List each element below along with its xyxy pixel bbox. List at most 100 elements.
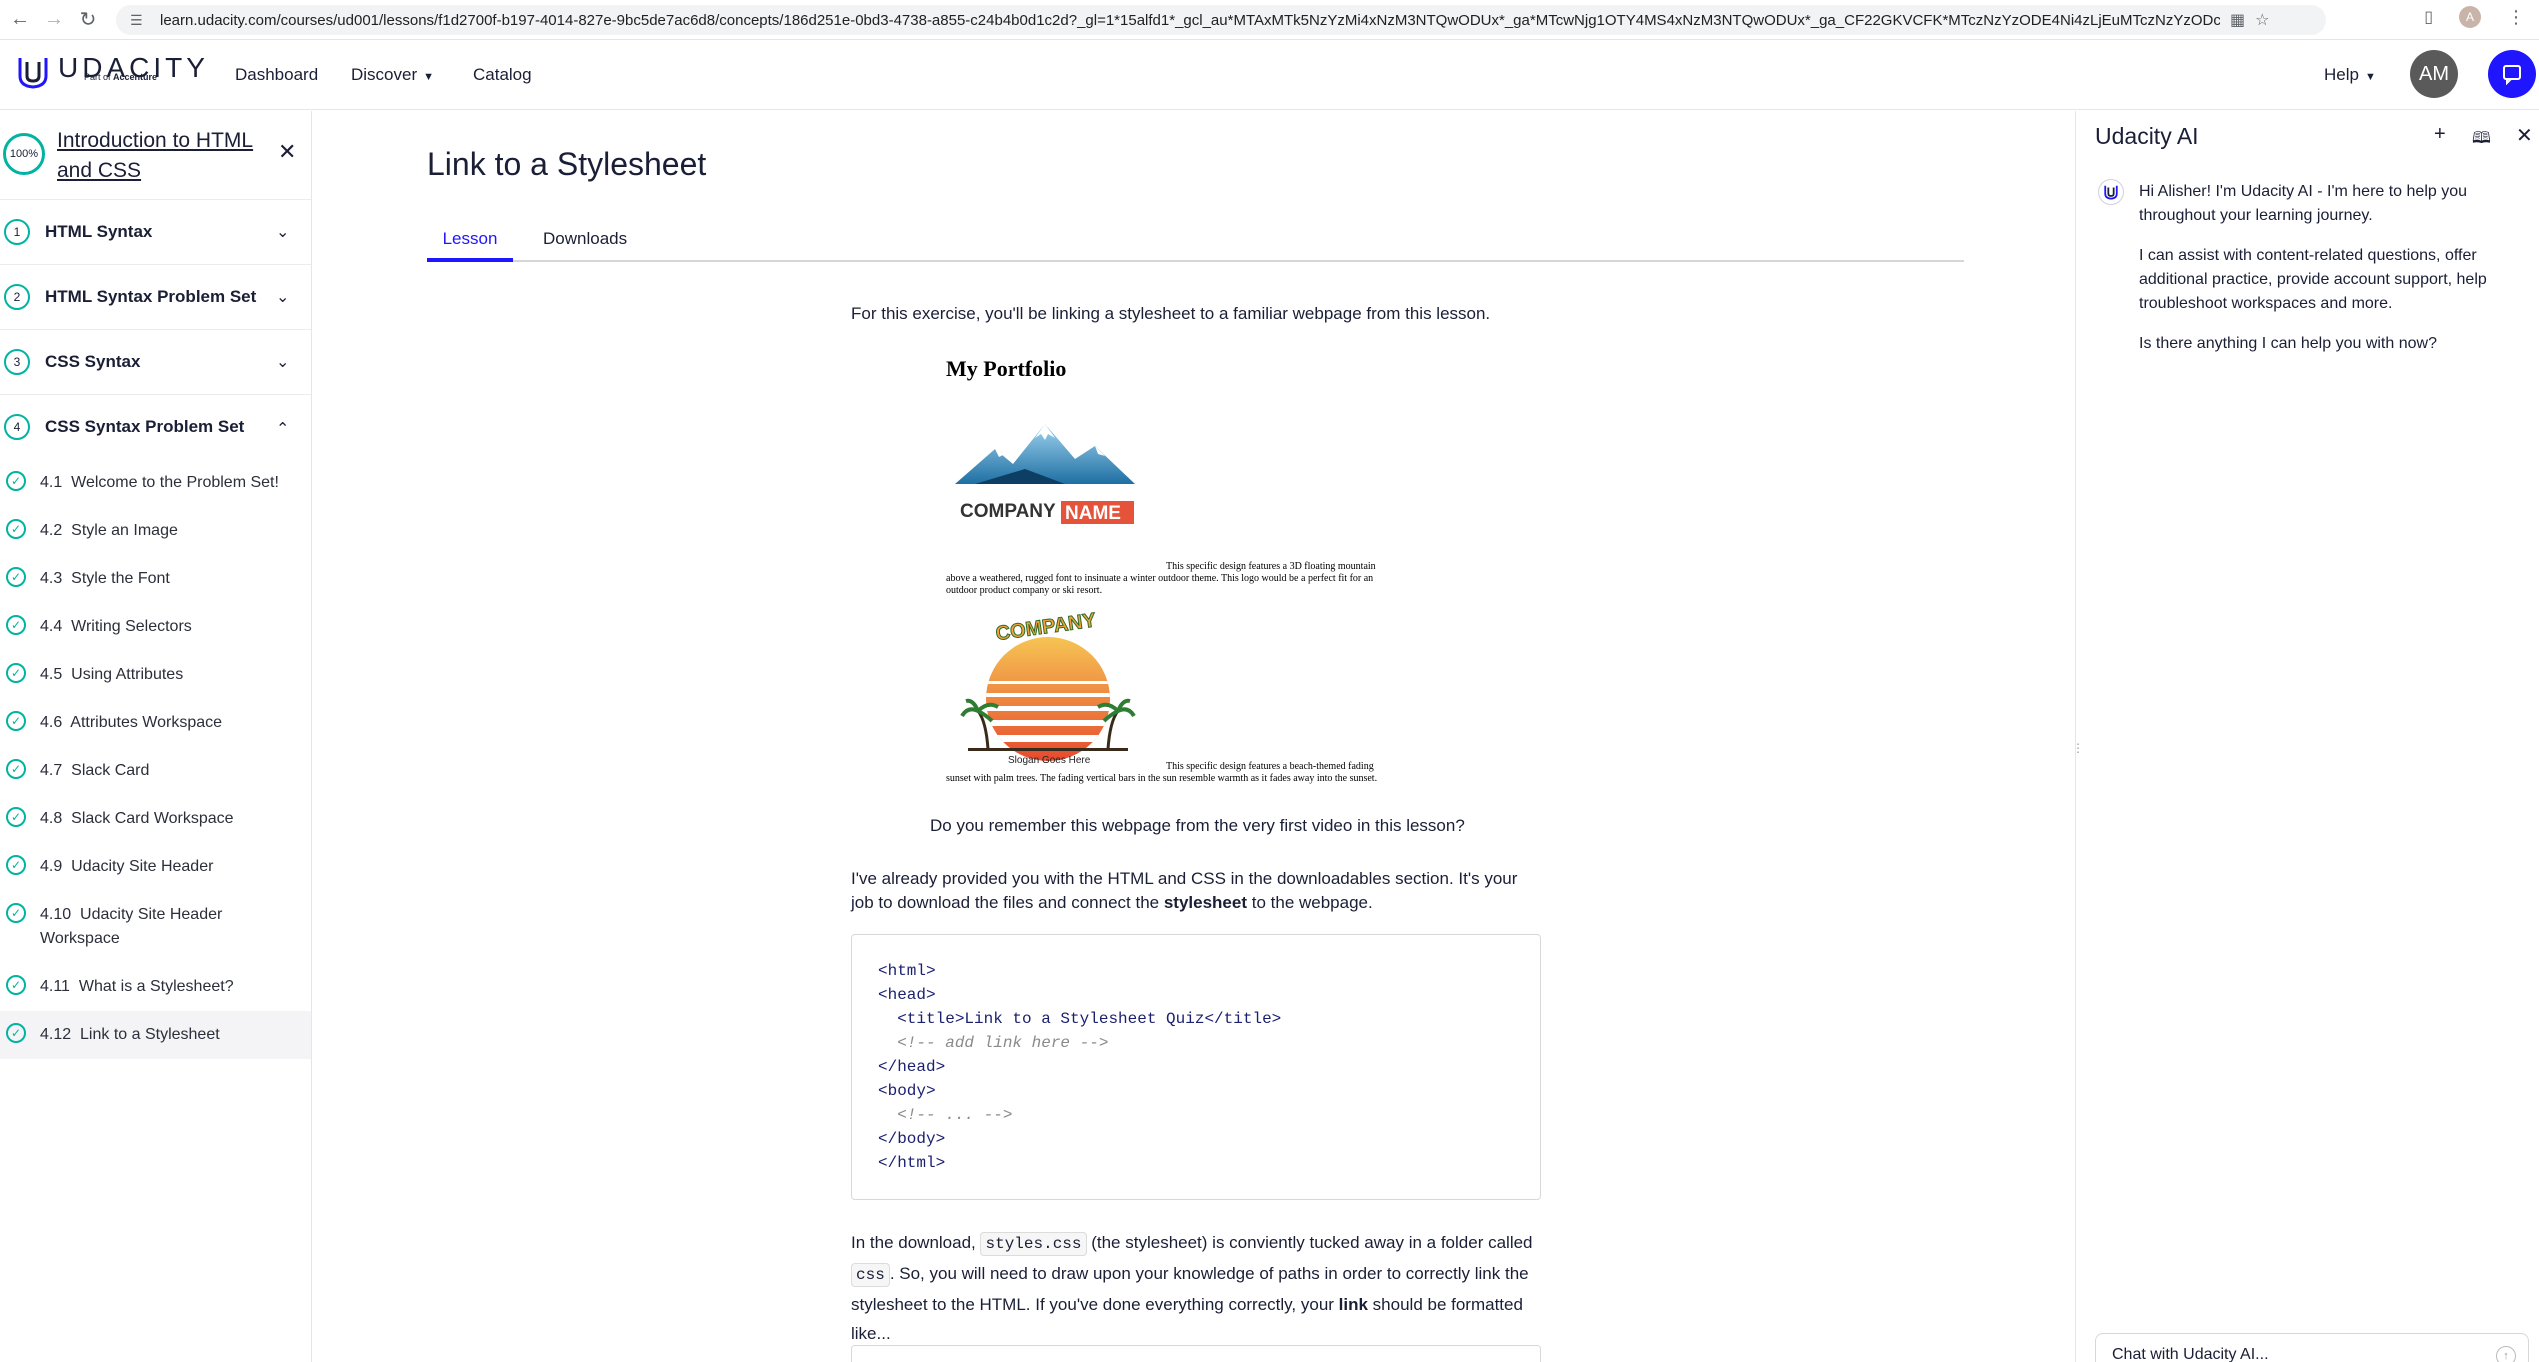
course-header: 100% Introduction to HTML and CSS ✕ bbox=[0, 111, 311, 199]
instructions-bold: stylesheet bbox=[1163, 893, 1248, 912]
portfolio-description-2: This specific design features a beach-th… bbox=[946, 761, 1378, 784]
udacity-logo-mark-small bbox=[2104, 185, 2118, 200]
lesson-item-html-syntax-problem-set[interactable]: 2 HTML Syntax Problem Set ⌄ bbox=[0, 264, 311, 329]
translate-icon[interactable]: ▦ bbox=[2230, 10, 2245, 30]
check-circle-icon: ✓ bbox=[6, 711, 26, 731]
bookmark-star-icon[interactable]: ☆ bbox=[2255, 10, 2269, 30]
concept-item[interactable]: ✓ 4.10 Udacity Site Header Workspace bbox=[0, 891, 311, 963]
site-header: UDACITY Part of Accenture Dashboard Disc… bbox=[0, 40, 2539, 110]
book-icon[interactable]: 🕮 bbox=[2472, 127, 2491, 154]
concept-title: Style the Font bbox=[71, 570, 170, 587]
instructions-paragraph: I've already provided you with the HTML … bbox=[851, 867, 1541, 915]
progress-ring: 100% bbox=[3, 133, 45, 175]
code-line: </head> bbox=[878, 1058, 946, 1076]
chat-toggle-button[interactable] bbox=[2488, 50, 2536, 98]
concept-label: 4.12 Link to a Stylesheet bbox=[40, 1023, 280, 1047]
logo1-word1: COMPANY bbox=[960, 501, 1056, 522]
code-block[interactable]: <html> <head> <title>Link to a Styleshee… bbox=[851, 934, 1541, 1200]
url-text[interactable]: learn.udacity.com/courses/ud001/lessons/… bbox=[160, 12, 2220, 29]
lesson-number: 2 bbox=[4, 284, 30, 310]
concept-label: 4.9 Udacity Site Header bbox=[40, 855, 280, 879]
mountain-logo-image: COMPANY NAME bbox=[955, 424, 1135, 524]
udacity-ai-panel: ⋮ Udacity AI + 🕮 ✕ Hi Alisher! I'm Udaci… bbox=[2072, 111, 2539, 1362]
concept-number: 4.11 bbox=[40, 978, 70, 995]
nav-catalog[interactable]: Catalog bbox=[473, 65, 532, 85]
lesson-label: HTML Syntax bbox=[45, 222, 153, 241]
user-avatar[interactable]: AM bbox=[2410, 50, 2458, 98]
lesson-number: 3 bbox=[4, 349, 30, 375]
code-line: </body> bbox=[878, 1130, 946, 1148]
site-settings-icon[interactable]: ☰ bbox=[130, 12, 150, 29]
ai-message-question: Is there anything I can help you with no… bbox=[2139, 335, 2437, 352]
ai-chat-placeholder: Chat with Udacity AI... bbox=[2112, 1346, 2269, 1362]
back-icon[interactable]: ← bbox=[6, 6, 34, 34]
nav-dashboard[interactable]: Dashboard bbox=[235, 65, 318, 85]
code-block-2[interactable] bbox=[851, 1345, 1541, 1362]
concept-item[interactable]: ✓ 4.1 Welcome to the Problem Set! bbox=[0, 459, 311, 507]
tab-lesson[interactable]: Lesson bbox=[427, 229, 513, 262]
code-line: <body> bbox=[878, 1082, 936, 1100]
inline-code-css: css bbox=[851, 1263, 890, 1287]
concept-item[interactable]: ✓ 4.6 Attributes Workspace bbox=[0, 699, 311, 747]
send-icon[interactable]: ↑ bbox=[2496, 1346, 2516, 1362]
lesson-number: 1 bbox=[4, 219, 30, 245]
address-bar[interactable]: ☰ learn.udacity.com/courses/ud001/lesson… bbox=[116, 5, 2326, 35]
profile-avatar[interactable]: A bbox=[2459, 6, 2481, 28]
code-comment-line: <!-- ... --> bbox=[878, 1106, 1013, 1124]
check-circle-icon: ✓ bbox=[6, 567, 26, 587]
concept-item-active[interactable]: ✓ 4.12 Link to a Stylesheet bbox=[0, 1011, 311, 1059]
portfolio-title: My Portfolio bbox=[946, 356, 1067, 381]
extensions-icon[interactable]: ▯ bbox=[2424, 7, 2433, 27]
concept-title: Welcome to the Problem Set! bbox=[71, 474, 279, 491]
concept-title: Attributes Workspace bbox=[70, 714, 223, 731]
nav-discover[interactable]: Discover ▼ bbox=[351, 65, 434, 85]
reload-icon[interactable]: ↻ bbox=[74, 6, 102, 34]
caret-down-icon: ▼ bbox=[423, 71, 435, 83]
lesson-item-css-syntax[interactable]: 3 CSS Syntax ⌄ bbox=[0, 329, 311, 394]
lesson-item-html-syntax[interactable]: 1 HTML Syntax ⌄ bbox=[0, 199, 311, 264]
concept-item[interactable]: ✓ 4.7 Slack Card bbox=[0, 747, 311, 795]
forward-icon[interactable]: → bbox=[40, 6, 68, 34]
caret-down-icon: ▼ bbox=[2364, 71, 2376, 83]
close-icon[interactable]: ✕ bbox=[278, 139, 296, 165]
concept-label: 4.7 Slack Card bbox=[40, 759, 280, 783]
code-line: <head> bbox=[878, 986, 936, 1004]
concept-number: 4.6 bbox=[40, 714, 63, 731]
resize-handle[interactable]: ⋮ bbox=[2072, 741, 2084, 755]
main-content: Link to a Stylesheet Lesson Downloads Fo… bbox=[313, 111, 2073, 1362]
nav-help[interactable]: Help ▼ bbox=[2324, 65, 2376, 85]
more-menu-icon[interactable]: ⋮ bbox=[2507, 7, 2525, 28]
concept-item[interactable]: ✓ 4.4 Writing Selectors bbox=[0, 603, 311, 651]
tab-downloads[interactable]: Downloads bbox=[543, 229, 627, 262]
concept-title: Slack Card bbox=[71, 762, 150, 779]
ai-panel-title: Udacity AI bbox=[2095, 123, 2199, 149]
course-title-link[interactable]: Introduction to HTML and CSS bbox=[57, 126, 277, 186]
concept-title: Style an Image bbox=[71, 522, 178, 539]
concept-number: 4.8 bbox=[40, 810, 63, 827]
check-circle-icon: ✓ bbox=[6, 471, 26, 491]
concept-item[interactable]: ✓ 4.9 Udacity Site Header bbox=[0, 843, 311, 891]
close-icon[interactable]: ✕ bbox=[2516, 123, 2533, 148]
concept-label: 4.1 Welcome to the Problem Set! bbox=[40, 471, 280, 495]
portfolio-description-1: This specific design features a 3D float… bbox=[946, 561, 1376, 596]
concept-item[interactable]: ✓ 4.5 Using Attributes bbox=[0, 651, 311, 699]
ai-chat-input[interactable]: Chat with Udacity AI... ↑ bbox=[2095, 1333, 2529, 1362]
concept-item[interactable]: ✓ 4.2 Style an Image bbox=[0, 507, 311, 555]
lesson-item-css-syntax-problem-set[interactable]: 4 CSS Syntax Problem Set ⌄ bbox=[0, 394, 311, 459]
check-circle-icon: ✓ bbox=[6, 759, 26, 779]
concept-item[interactable]: ✓ 4.3 Style the Font bbox=[0, 555, 311, 603]
check-circle-icon: ✓ bbox=[6, 975, 26, 995]
concept-label: 4.4 Writing Selectors bbox=[40, 615, 280, 639]
concept-item[interactable]: ✓ 4.11 What is a Stylesheet? bbox=[0, 963, 311, 1011]
concept-label: 4.6 Attributes Workspace bbox=[40, 711, 280, 735]
path-bold-link: link bbox=[1338, 1295, 1368, 1314]
concept-label: 4.10 Udacity Site Header Workspace bbox=[40, 903, 280, 951]
concept-title: Slack Card Workspace bbox=[71, 810, 234, 827]
check-circle-icon: ✓ bbox=[6, 519, 26, 539]
check-circle-icon: ✓ bbox=[6, 903, 26, 923]
concept-item[interactable]: ✓ 4.8 Slack Card Workspace bbox=[0, 795, 311, 843]
logo-subtitle: Part of Accenture bbox=[84, 72, 157, 82]
intro-paragraph: For this exercise, you'll be linking a s… bbox=[851, 304, 1491, 323]
plus-icon[interactable]: + bbox=[2434, 123, 2446, 146]
concept-title: Udacity Site Header bbox=[71, 858, 214, 875]
